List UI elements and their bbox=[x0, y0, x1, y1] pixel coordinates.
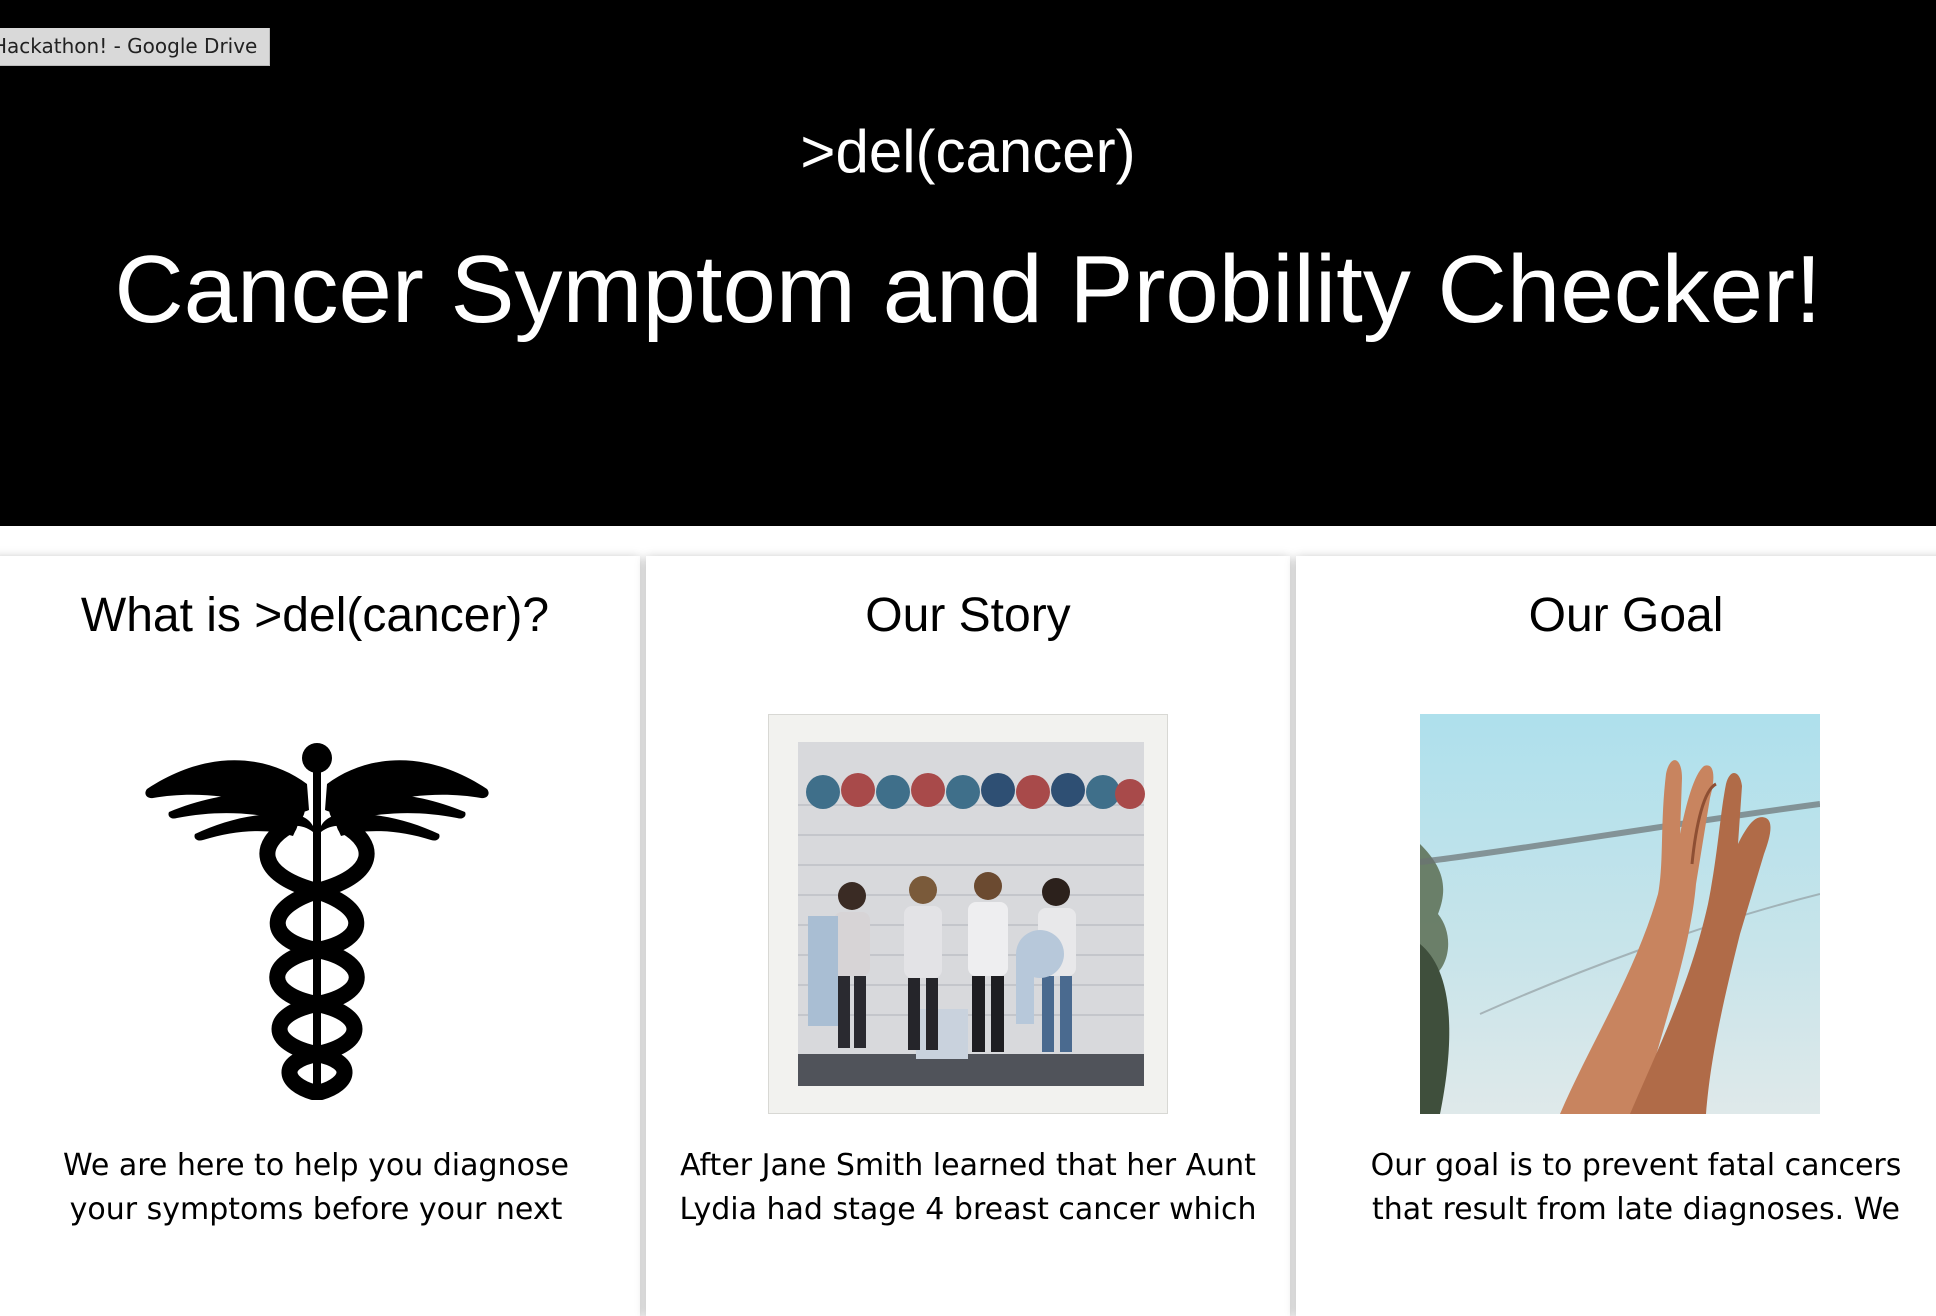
hero-banner: >del(cancer) Cancer Symptom and Probilit… bbox=[0, 0, 1936, 526]
page-title: Cancer Symptom and Probility Checker! bbox=[114, 236, 1822, 343]
tab-tooltip: Hackathon! - Google Drive bbox=[0, 28, 271, 66]
card-text: We are here to help you diagnose your sy… bbox=[62, 1148, 570, 1227]
card-title: What is >del(cancer)? bbox=[80, 589, 550, 642]
team-photo bbox=[768, 714, 1168, 1114]
card-text: Our goal is to prevent fatal cancers tha… bbox=[1370, 1148, 1902, 1227]
hero-subtitle: >del(cancer) bbox=[800, 118, 1136, 185]
high-five-photo bbox=[1420, 714, 1820, 1114]
caduceus-icon bbox=[145, 743, 489, 1100]
card-title: Our Goal bbox=[1528, 589, 1724, 642]
card-our-goal: Our Goal Our goal is to prevent fatal ca… bbox=[1296, 556, 1936, 1316]
info-cards: What is >del(cancer)? We are here to hel… bbox=[0, 556, 1936, 1316]
card-text: After Jane Smith learned that her Aunt L… bbox=[679, 1148, 1257, 1227]
card-what-is: What is >del(cancer)? We are here to hel… bbox=[0, 556, 640, 1316]
card-title: Our Story bbox=[865, 589, 1071, 642]
card-our-story: Our Story After Jane Smith learned that … bbox=[646, 556, 1290, 1316]
